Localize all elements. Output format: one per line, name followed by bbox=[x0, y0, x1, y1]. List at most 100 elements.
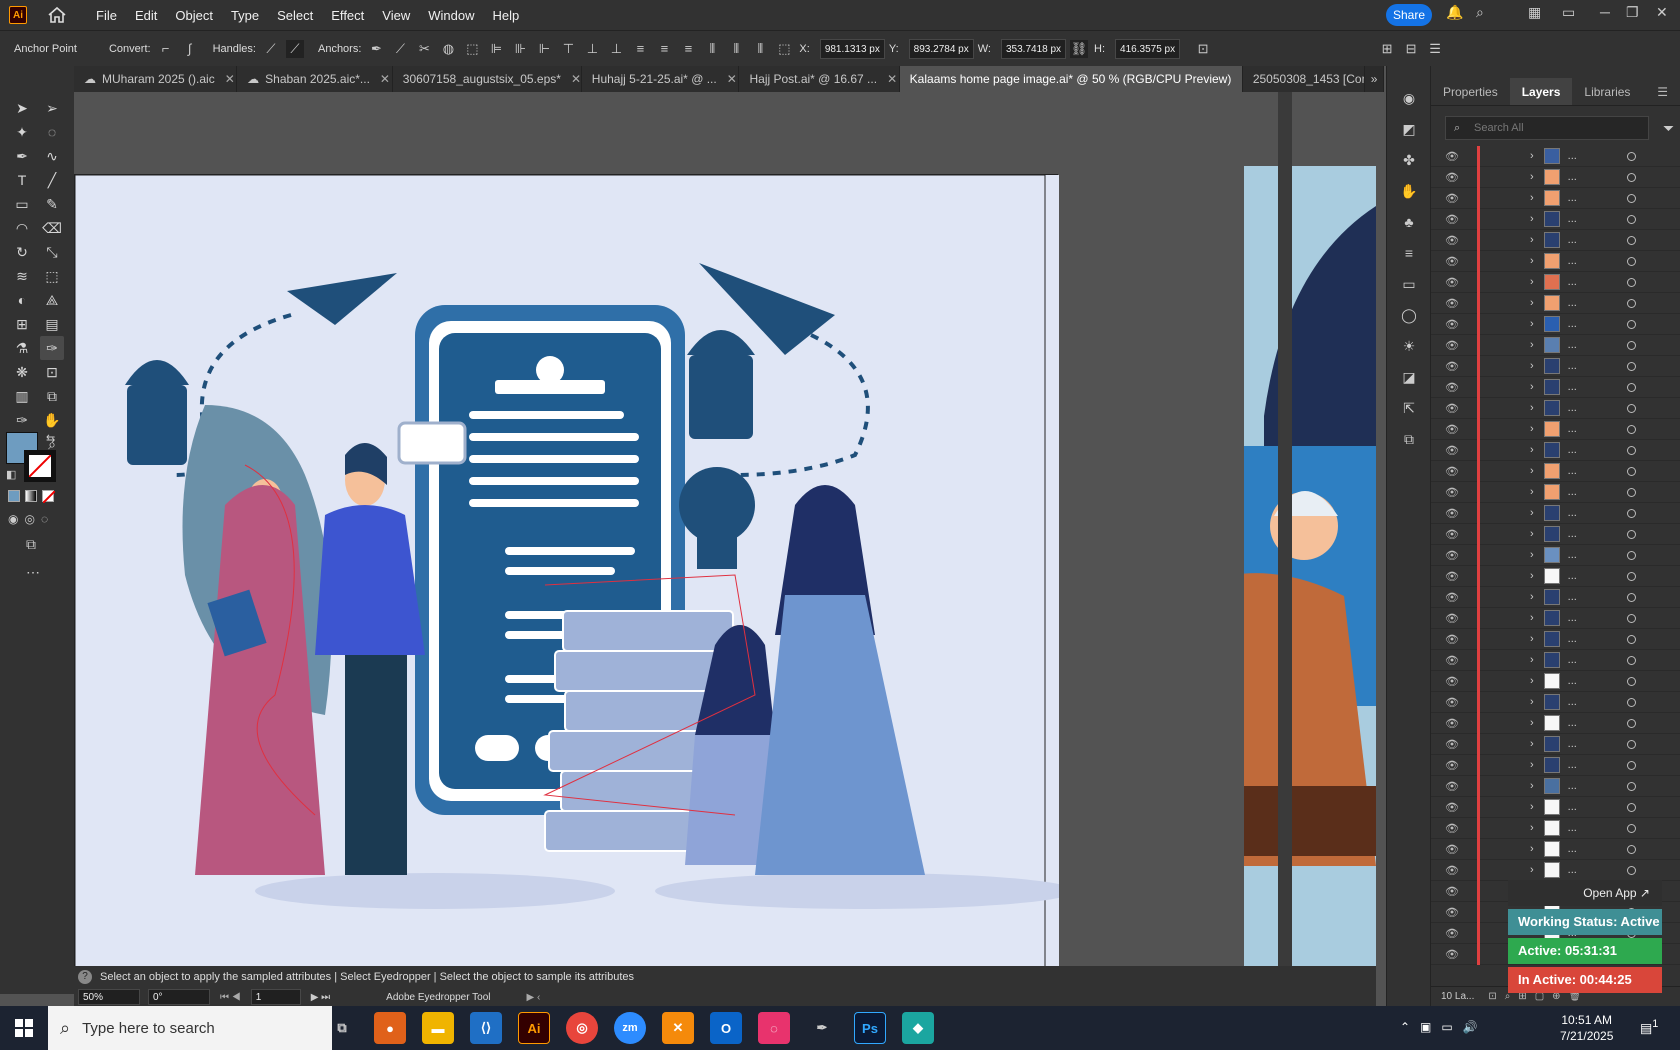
expand-chevron-icon[interactable]: › bbox=[1530, 213, 1534, 225]
target-circle-icon[interactable] bbox=[1627, 445, 1636, 455]
none-mode-icon[interactable] bbox=[42, 490, 55, 503]
stroke-icon[interactable]: ≡ bbox=[1397, 241, 1421, 265]
zoom-field[interactable]: 50% bbox=[78, 989, 140, 1005]
layer-row[interactable]: 👁 ›... bbox=[1431, 544, 1680, 566]
target-circle-icon[interactable] bbox=[1627, 235, 1636, 245]
visibility-eye-icon[interactable]: 👁 bbox=[1445, 927, 1459, 940]
expand-chevron-icon[interactable]: › bbox=[1530, 633, 1534, 645]
chrome-icon[interactable]: ◎ bbox=[566, 1012, 598, 1044]
screen-mode-icon[interactable]: ⧉ bbox=[26, 536, 36, 553]
visibility-eye-icon[interactable]: 👁 bbox=[1445, 675, 1459, 688]
target-circle-icon[interactable] bbox=[1627, 802, 1636, 812]
align-center-icon[interactable]: ⊪ bbox=[511, 40, 529, 58]
swap-colors-icon[interactable]: ⇆ bbox=[46, 432, 55, 445]
menu-object[interactable]: Object bbox=[166, 8, 222, 23]
isolate-icon[interactable]: ⊡ bbox=[1194, 40, 1212, 58]
target-circle-icon[interactable] bbox=[1627, 781, 1636, 791]
visibility-eye-icon[interactable]: 👁 bbox=[1445, 738, 1459, 751]
line-tool-icon[interactable]: ╱ bbox=[40, 168, 64, 192]
visibility-eye-icon[interactable]: 👁 bbox=[1445, 906, 1459, 919]
remove-anchor-icon[interactable]: ✒ bbox=[367, 40, 385, 58]
artboards-icon[interactable]: ⧉ bbox=[1397, 427, 1421, 451]
second-artboard[interactable] bbox=[1164, 166, 1376, 966]
layer-row[interactable]: 👁 ›... bbox=[1431, 796, 1680, 818]
warp-tool-icon[interactable]: ≋ bbox=[10, 264, 34, 288]
layer-row[interactable]: 👁 ›... bbox=[1431, 334, 1680, 356]
target-circle-icon[interactable] bbox=[1627, 424, 1636, 434]
tab-hajj-post[interactable]: Hajj Post.ai* @ 16.67 ... ✕ bbox=[739, 66, 900, 92]
expand-chevron-icon[interactable]: › bbox=[1530, 150, 1534, 162]
expand-chevron-icon[interactable]: › bbox=[1530, 717, 1534, 729]
arrange-icon[interactable]: ▦ bbox=[1528, 4, 1541, 21]
visibility-eye-icon[interactable]: 👁 bbox=[1445, 192, 1459, 205]
target-circle-icon[interactable] bbox=[1627, 403, 1636, 413]
windows-start-icon[interactable] bbox=[0, 1019, 48, 1037]
target-circle-icon[interactable] bbox=[1627, 487, 1636, 497]
close-icon[interactable]: ✕ bbox=[380, 72, 390, 86]
layer-row[interactable]: 👁 ›... bbox=[1431, 775, 1680, 797]
expand-chevron-icon[interactable]: › bbox=[1530, 339, 1534, 351]
layer-row[interactable]: 👁 ›... bbox=[1431, 229, 1680, 251]
layer-row[interactable]: 👁 ›... bbox=[1431, 292, 1680, 314]
visibility-eye-icon[interactable]: 👁 bbox=[1445, 297, 1459, 310]
visibility-eye-icon[interactable]: 👁 bbox=[1445, 360, 1459, 373]
visibility-eye-icon[interactable]: 👁 bbox=[1445, 255, 1459, 268]
layer-row[interactable]: 👁 ›... bbox=[1431, 313, 1680, 335]
slice-tool-icon[interactable]: ⧉ bbox=[40, 384, 64, 408]
expand-chevron-icon[interactable]: › bbox=[1530, 612, 1534, 624]
scale-tool-icon[interactable]: ⤡ bbox=[40, 240, 64, 264]
taskbar-search[interactable]: ⌕ Type here to search bbox=[48, 1006, 332, 1050]
draw-modes-icon[interactable]: ◉◎◌ bbox=[8, 512, 54, 526]
visibility-eye-icon[interactable]: 👁 bbox=[1445, 150, 1459, 163]
artboard[interactable] bbox=[74, 174, 1075, 966]
artboard-tool-icon[interactable]: ⊡ bbox=[40, 360, 64, 384]
visibility-eye-icon[interactable]: 👁 bbox=[1445, 570, 1459, 583]
expand-chevron-icon[interactable]: › bbox=[1530, 486, 1534, 498]
close-icon[interactable]: ✕ bbox=[571, 72, 581, 86]
eraser-icon[interactable]: ⌫ bbox=[40, 216, 64, 240]
cube-app-icon[interactable]: ◆ bbox=[902, 1012, 934, 1044]
puppet-icon[interactable]: ✋ bbox=[1397, 179, 1421, 203]
target-circle-icon[interactable] bbox=[1627, 550, 1636, 560]
target-circle-icon[interactable] bbox=[1627, 529, 1636, 539]
visibility-eye-icon[interactable]: 👁 bbox=[1445, 486, 1459, 499]
hide-handles-icon[interactable]: ⟋ bbox=[285, 39, 304, 58]
eyedropper-tool-icon[interactable]: ✑ bbox=[40, 336, 64, 360]
align-left-icon[interactable]: ⊫ bbox=[487, 40, 505, 58]
expand-chevron-icon[interactable]: › bbox=[1530, 696, 1534, 708]
expand-chevron-icon[interactable]: › bbox=[1530, 402, 1534, 414]
lasso-icon[interactable]: ◌ bbox=[40, 120, 64, 144]
align-bottom-icon[interactable]: ⊥ bbox=[607, 40, 625, 58]
expand-chevron-icon[interactable]: › bbox=[1530, 549, 1534, 561]
visibility-eye-icon[interactable]: 👁 bbox=[1445, 633, 1459, 646]
expand-chevron-icon[interactable]: › bbox=[1530, 843, 1534, 855]
layer-row[interactable]: 👁 ›... bbox=[1431, 418, 1680, 440]
menu-effect[interactable]: Effect bbox=[322, 8, 373, 23]
graphic-styles-icon[interactable]: ◪ bbox=[1397, 365, 1421, 389]
gradient-icon[interactable]: ▭ bbox=[1397, 272, 1421, 296]
expand-chevron-icon[interactable]: › bbox=[1530, 297, 1534, 309]
zoom-app-icon[interactable]: zm bbox=[614, 1012, 646, 1044]
expand-chevron-icon[interactable]: › bbox=[1530, 654, 1534, 666]
align-middle-icon[interactable]: ⊥ bbox=[583, 40, 601, 58]
recolor-icon[interactable]: ◍ bbox=[439, 40, 457, 58]
target-circle-icon[interactable] bbox=[1627, 319, 1636, 329]
target-circle-icon[interactable] bbox=[1627, 382, 1636, 392]
align-top-icon[interactable]: ⊤ bbox=[559, 40, 577, 58]
restore-icon[interactable]: ❐ bbox=[1626, 4, 1639, 21]
target-circle-icon[interactable] bbox=[1627, 823, 1636, 833]
menu-help[interactable]: Help bbox=[483, 8, 528, 23]
visibility-eye-icon[interactable]: 👁 bbox=[1445, 423, 1459, 436]
expand-chevron-icon[interactable]: › bbox=[1530, 318, 1534, 330]
visibility-eye-icon[interactable]: 👁 bbox=[1445, 339, 1459, 352]
expand-chevron-icon[interactable]: › bbox=[1530, 465, 1534, 477]
layer-row[interactable]: 👁 ›... bbox=[1431, 439, 1680, 461]
target-circle-icon[interactable] bbox=[1627, 613, 1636, 623]
expand-chevron-icon[interactable]: › bbox=[1530, 171, 1534, 183]
recolor-panel-icon[interactable]: ◉ bbox=[1397, 86, 1421, 110]
color-mode-icon[interactable] bbox=[8, 490, 20, 502]
brushes-icon[interactable]: ✤ bbox=[1397, 148, 1421, 172]
expand-chevron-icon[interactable]: › bbox=[1530, 591, 1534, 603]
close-icon[interactable]: ✕ bbox=[727, 72, 737, 86]
visibility-eye-icon[interactable]: 👁 bbox=[1445, 822, 1459, 835]
